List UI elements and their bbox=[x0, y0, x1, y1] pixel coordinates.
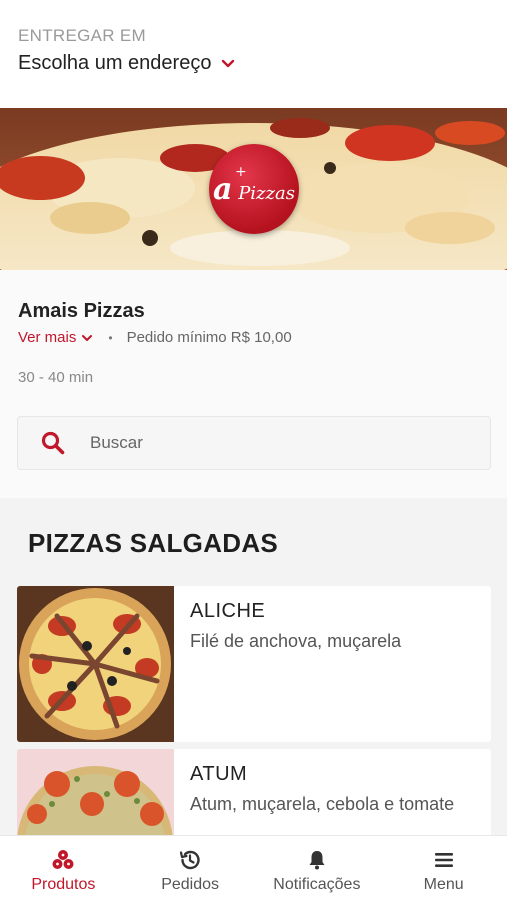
nav-item-produtos[interactable]: Produtos bbox=[0, 836, 127, 900]
product-description: Atum, muçarela, cebola e tomate bbox=[190, 794, 455, 814]
history-icon bbox=[180, 850, 200, 870]
nav-label: Notificações bbox=[273, 876, 361, 893]
delivery-header: ENTREGAR EM Escolha um endereço bbox=[0, 0, 507, 100]
product-image bbox=[17, 749, 174, 835]
nav-item-pedidos[interactable]: Pedidos bbox=[127, 836, 254, 900]
search-icon bbox=[41, 431, 65, 455]
nav-item-notificacoes[interactable]: Notificações bbox=[254, 836, 381, 900]
product-catalog: PIZZAS SALGADAS ALICHE Filé de anchova, … bbox=[0, 498, 507, 835]
deliver-to-label: ENTREGAR EM bbox=[18, 26, 146, 45]
logo-wordmark: Pizzas bbox=[238, 182, 295, 204]
nav-item-menu[interactable]: Menu bbox=[380, 836, 507, 900]
nav-label: Menu bbox=[423, 876, 464, 893]
product-image bbox=[17, 586, 174, 742]
see-more-label: Ver mais bbox=[18, 329, 77, 346]
store-meta: Ver mais • Pedido mínimo R$ 10,00 bbox=[18, 329, 292, 346]
nav-label: Produtos bbox=[31, 876, 96, 893]
store-name: Amais Pizzas bbox=[18, 300, 145, 322]
chevron-down-icon bbox=[222, 59, 235, 67]
product-card[interactable]: ATUM Atum, muçarela, cebola e tomate bbox=[17, 749, 491, 835]
product-name: ALICHE bbox=[190, 600, 266, 622]
minimum-order: Pedido mínimo R$ 10,00 bbox=[126, 329, 292, 346]
product-card[interactable]: ALICHE Filé de anchova, muçarela bbox=[17, 586, 491, 742]
bell-icon bbox=[309, 851, 325, 870]
delivery-time: 30 - 40 min bbox=[18, 369, 94, 386]
pizza-slices-icon bbox=[52, 850, 74, 869]
address-selector-label: Escolha um endereço bbox=[18, 52, 212, 74]
search-bar[interactable] bbox=[17, 416, 491, 470]
store-info: Amais Pizzas Ver mais • Pedido mínimo R$… bbox=[0, 270, 507, 498]
hamburger-menu-icon bbox=[434, 853, 453, 867]
product-description: Filé de anchova, muçarela bbox=[190, 631, 402, 651]
search-input[interactable] bbox=[90, 433, 450, 453]
nav-label: Pedidos bbox=[161, 876, 220, 893]
store-logo: a + Pizzas bbox=[209, 144, 299, 234]
logo-plus: + bbox=[235, 163, 247, 180]
section-title: PIZZAS SALGADAS bbox=[28, 528, 279, 558]
see-more-link[interactable]: Ver mais bbox=[18, 329, 93, 346]
address-selector[interactable]: Escolha um endereço bbox=[18, 52, 235, 75]
separator-dot: • bbox=[108, 330, 113, 345]
logo-letter: a bbox=[213, 171, 233, 207]
bottom-navigation: Produtos Pedidos Notificações Menu bbox=[0, 835, 507, 900]
product-name: ATUM bbox=[190, 763, 248, 785]
chevron-down-icon bbox=[82, 334, 93, 341]
